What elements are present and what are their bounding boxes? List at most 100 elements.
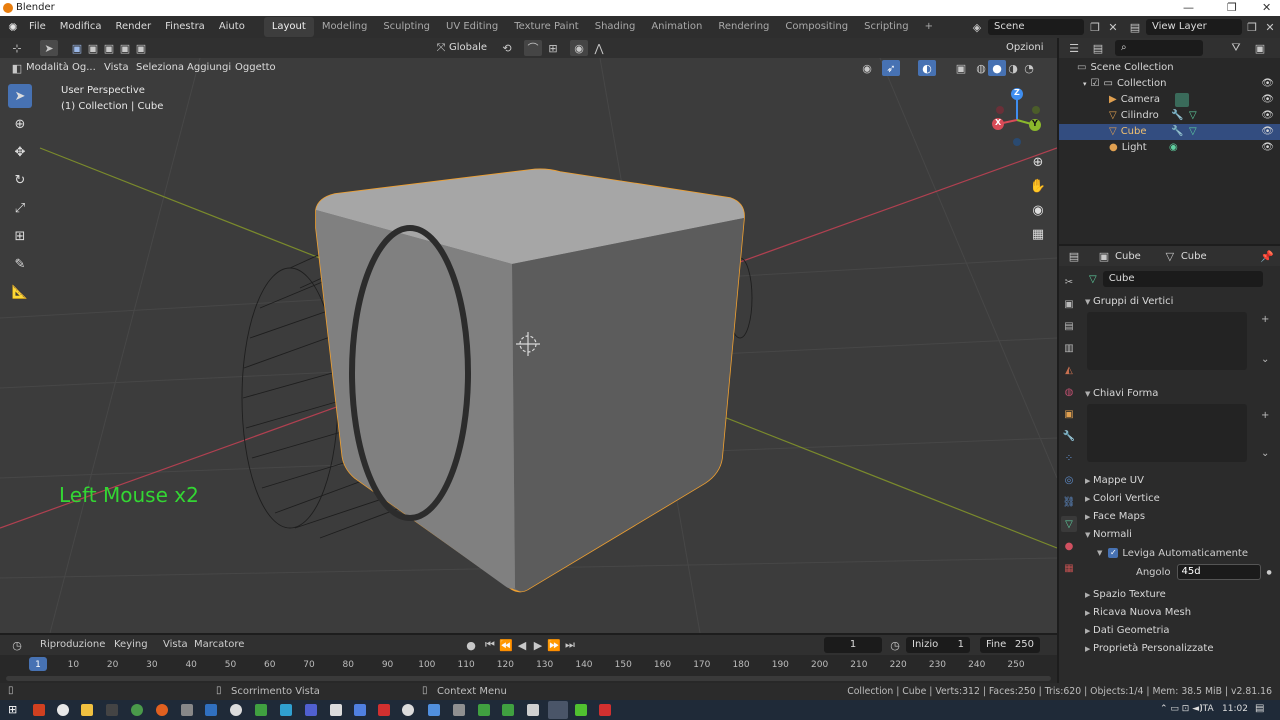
menu-edit[interactable]: Modifica <box>53 16 109 38</box>
clock-icon[interactable]: ◷ <box>886 637 904 653</box>
viewport-menu-object[interactable]: Oggetto <box>235 62 276 73</box>
app-icon[interactable] <box>453 704 465 716</box>
app-icon[interactable] <box>230 704 242 716</box>
render-tab-icon[interactable]: ▣ <box>1061 296 1077 312</box>
record-icon[interactable]: ● <box>462 637 480 653</box>
tray-icons[interactable]: ⌃ ▭ ⊡ ◄) <box>1160 704 1203 714</box>
measure-tool-icon[interactable]: 📐 <box>8 280 32 304</box>
menu-help[interactable]: Aiuto <box>212 16 252 38</box>
tree-scene-collection[interactable]: ▭ Scene Collection <box>1059 60 1280 76</box>
vertex-groups-list[interactable] <box>1087 312 1247 370</box>
particles-tab-icon[interactable]: ⁘ <box>1061 450 1077 466</box>
panel-shape-keys[interactable]: ▼ Chiavi Forma <box>1083 384 1278 404</box>
chrome-icon[interactable] <box>131 704 143 716</box>
visibility-icon[interactable]: ◉ <box>858 60 876 76</box>
snap-target-icon[interactable]: ⊞ <box>544 40 562 56</box>
clock[interactable]: 11:02 <box>1222 704 1248 714</box>
tab-animation[interactable]: Animation <box>643 17 710 37</box>
scene-tab-icon[interactable]: ◭ <box>1061 362 1077 378</box>
panel-geometry-data[interactable]: ▶ Dati Geometria <box>1083 622 1278 640</box>
panel-custom-properties[interactable]: ▶ Proprietà Personalizzate <box>1083 640 1278 658</box>
minimize-button[interactable]: — <box>1183 1 1194 14</box>
app-icon[interactable] <box>478 704 490 716</box>
tab-shading[interactable]: Shading <box>587 17 644 37</box>
modifier-tab-icon[interactable]: 🔧 <box>1061 428 1077 444</box>
pivot-icon[interactable]: ⟲ <box>498 40 516 56</box>
world-tab-icon[interactable]: ◍ <box>1061 384 1077 400</box>
auto-smooth-checkbox[interactable]: ✓ <box>1108 548 1119 558</box>
start-menu-icon[interactable]: ⊞ <box>8 703 17 716</box>
end-frame-field[interactable]: Fine 250 <box>980 637 1040 653</box>
texture-tab-icon[interactable]: ▦ <box>1061 560 1077 576</box>
modifier-icon[interactable]: 🔧 <box>1171 124 1183 140</box>
gizmo-y-label[interactable]: Y <box>1032 119 1038 128</box>
move-tool-icon[interactable]: ✥ <box>8 140 32 164</box>
object-tab-icon[interactable]: ▣ <box>1061 406 1077 422</box>
jump-end-icon[interactable]: ⏭ <box>561 637 579 653</box>
menu-render[interactable]: Render <box>109 16 159 38</box>
maximize-button[interactable]: ❐ <box>1227 1 1237 14</box>
expand-icon[interactable]: ▾ <box>1083 80 1087 88</box>
rotate-tool-icon[interactable]: ↻ <box>8 168 32 192</box>
ortho-toggle-icon[interactable]: ▦ <box>1028 224 1048 244</box>
timeline-scrollbar[interactable] <box>6 676 1051 681</box>
tab-scripting[interactable]: Scripting <box>856 17 916 37</box>
tree-item-light[interactable]: ● Light ◉ 👁 <box>1059 140 1280 156</box>
mesh-name-field[interactable]: Cube <box>1102 271 1263 287</box>
transform-tool-icon[interactable]: ⊞ <box>8 224 32 248</box>
file-explorer-icon[interactable] <box>81 704 93 716</box>
scene-icon[interactable]: ◈ <box>968 19 986 35</box>
new-scene-icon[interactable]: ❐ <box>1086 19 1104 35</box>
mesh-data-icon[interactable]: ▽ <box>1189 124 1197 140</box>
3d-viewport[interactable]: User Perspective (1) Collection | Cube L… <box>0 58 1057 633</box>
start-frame-field[interactable]: Inizio 1 <box>906 637 970 653</box>
viewport-menu-add[interactable]: Aggiungi <box>187 62 231 73</box>
panel-uv-maps[interactable]: ▶ Mappe UV <box>1083 472 1278 490</box>
tab-compositing[interactable]: Compositing <box>777 17 856 37</box>
viewport-menu-view[interactable]: Vista <box>104 62 129 73</box>
app-icon[interactable] <box>181 704 193 716</box>
properties-editor-icon[interactable]: ▤ <box>1065 248 1083 264</box>
task-view-icon[interactable] <box>57 704 69 716</box>
app-icon[interactable] <box>205 704 217 716</box>
panel-vertex-colors[interactable]: ▶ Colori Vertice <box>1083 490 1278 508</box>
timeline-menu-keying[interactable]: Keying <box>114 639 148 650</box>
tab-rendering[interactable]: Rendering <box>710 17 777 37</box>
outliner-search-input[interactable]: ⌕ <box>1115 40 1203 56</box>
vertex-group-menu-icon[interactable]: ⌄ <box>1261 354 1269 365</box>
language-indicator[interactable]: ITA <box>1200 704 1214 714</box>
eye-icon[interactable]: 👁 <box>1261 124 1274 140</box>
scale-tool-icon[interactable]: ⤢ <box>8 196 32 220</box>
menu-file[interactable]: File <box>22 16 53 38</box>
display-mode-icon[interactable]: ▤ <box>1089 40 1107 56</box>
gizmo-z-label[interactable]: Z <box>1014 88 1020 97</box>
current-frame-field[interactable]: 1 <box>824 637 882 653</box>
tool-tab-icon[interactable]: ✂ <box>1061 274 1077 290</box>
light-data-icon[interactable]: ◉ <box>1169 140 1178 156</box>
view-layer-icon[interactable]: ▤ <box>1126 19 1144 35</box>
app-icon[interactable] <box>378 704 390 716</box>
app-icon[interactable] <box>428 704 440 716</box>
editor-type-icon[interactable]: ⊹ <box>8 40 26 56</box>
new-collection-icon[interactable]: ▣ <box>1251 40 1269 56</box>
proportional-edit-icon[interactable]: ◉ <box>570 40 588 56</box>
eye-icon[interactable]: 👁 <box>1261 76 1274 92</box>
orientation-dropdown[interactable]: Globale <box>449 42 487 53</box>
mesh-data-tab-icon[interactable]: ▽ <box>1061 516 1077 532</box>
pin-icon[interactable]: 📌 <box>1258 248 1276 264</box>
zoom-icon[interactable]: ⊕ <box>1028 152 1048 172</box>
camera-data-icon[interactable] <box>1175 93 1189 107</box>
app-icon[interactable] <box>354 704 366 716</box>
view-layer-field[interactable]: View Layer <box>1146 19 1242 35</box>
falloff-icon[interactable]: ⋀ <box>590 40 608 56</box>
firefox-icon[interactable] <box>156 704 168 716</box>
mesh-data-icon[interactable]: ▽ <box>1089 274 1097 285</box>
overlay-toggle-icon[interactable]: ◐ <box>918 60 936 76</box>
timeline-editor-icon[interactable]: ◷ <box>8 637 26 653</box>
constraints-tab-icon[interactable]: ⛓ <box>1061 494 1077 510</box>
shape-keys-list[interactable] <box>1087 404 1247 462</box>
eye-icon[interactable]: 👁 <box>1261 140 1274 156</box>
filter-icon[interactable]: ⛛ <box>1227 40 1245 56</box>
outliner-editor-icon[interactable]: ☰ <box>1065 40 1083 56</box>
delete-view-layer-icon[interactable]: ✕ <box>1261 19 1279 35</box>
